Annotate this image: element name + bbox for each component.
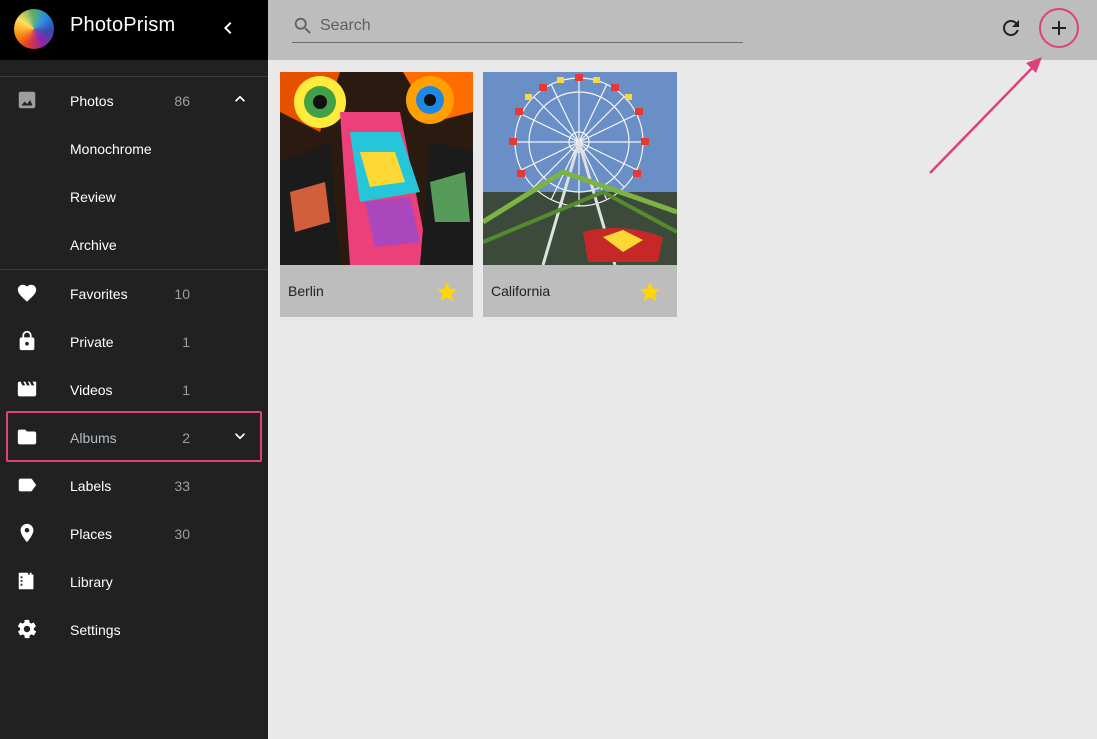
album-card-berlin[interactable]: Berlin xyxy=(280,72,473,317)
folder-icon xyxy=(17,429,37,445)
sidebar-item-videos[interactable]: Videos 1 xyxy=(0,366,268,414)
gear-icon xyxy=(17,619,37,639)
sidebar: PhotoPrism Photos 86 Monochrome Review A… xyxy=(0,0,268,739)
album-title[interactable]: Berlin xyxy=(288,283,324,299)
sidebar-item-label: Favorites xyxy=(70,286,128,302)
search-icon xyxy=(294,17,311,34)
sidebar-item-count: 30 xyxy=(174,526,190,542)
sidebar-item-label: Settings xyxy=(70,622,121,638)
sidebar-item-count: 2 xyxy=(182,430,190,446)
sidebar-item-count: 86 xyxy=(174,93,190,109)
sidebar-item-label: Places xyxy=(70,526,113,542)
plus-icon xyxy=(1052,21,1066,35)
sidebar-item-archive[interactable]: Archive xyxy=(0,221,268,269)
sidebar-item-photos[interactable]: Photos 86 xyxy=(0,77,268,125)
chevron-left-icon[interactable] xyxy=(216,16,240,40)
chevron-up-icon[interactable] xyxy=(230,89,250,109)
sidebar-item-albums[interactable]: Albums 2 xyxy=(0,414,268,462)
add-album-button[interactable] xyxy=(1039,8,1079,48)
refresh-icon[interactable] xyxy=(999,16,1023,40)
place-icon xyxy=(20,523,34,543)
chevron-down-icon[interactable] xyxy=(230,426,250,446)
sidebar-item-label: Archive xyxy=(70,237,117,253)
lock-icon xyxy=(19,330,35,351)
sidebar-item-count: 1 xyxy=(182,382,190,398)
sidebar-item-count: 10 xyxy=(174,286,190,302)
sidebar-item-settings[interactable]: Settings xyxy=(0,606,268,654)
sidebar-item-label: Albums xyxy=(70,430,117,446)
photoprism-logo[interactable] xyxy=(14,9,54,49)
heart-icon xyxy=(17,284,37,302)
sidebar-item-label: Monochrome xyxy=(70,141,152,157)
sidebar-item-favorites[interactable]: Favorites 10 xyxy=(0,270,268,318)
album-thumbnail[interactable] xyxy=(483,72,677,265)
movie-icon xyxy=(17,381,37,397)
sidebar-item-label: Library xyxy=(70,574,113,590)
search-input[interactable] xyxy=(320,15,730,37)
sidebar-item-label: Private xyxy=(70,334,114,350)
sidebar-item-count: 1 xyxy=(182,334,190,350)
sidebar-item-labels[interactable]: Labels 33 xyxy=(0,462,268,510)
album-thumbnail[interactable] xyxy=(280,72,473,265)
app-title: PhotoPrism xyxy=(70,14,176,36)
star-icon[interactable] xyxy=(435,280,459,304)
sidebar-item-label: Labels xyxy=(70,478,112,494)
sidebar-item-library[interactable]: Library xyxy=(0,558,268,606)
sidebar-item-label: Review xyxy=(70,189,116,205)
sidebar-item-label: Photos xyxy=(70,93,114,109)
sidebar-item-private[interactable]: Private 1 xyxy=(0,318,268,366)
sidebar-item-review[interactable]: Review xyxy=(0,173,268,221)
sidebar-item-monochrome[interactable]: Monochrome xyxy=(0,125,268,173)
library-icon xyxy=(18,572,34,590)
image-icon xyxy=(18,91,36,109)
sidebar-item-label: Videos xyxy=(70,382,113,398)
sidebar-item-count: 33 xyxy=(174,478,190,494)
brand-header: PhotoPrism xyxy=(0,0,268,60)
album-title[interactable]: California xyxy=(491,283,550,299)
toolbar xyxy=(268,0,1097,60)
search-field[interactable] xyxy=(292,10,743,43)
sidebar-item-places[interactable]: Places 30 xyxy=(0,510,268,558)
star-icon[interactable] xyxy=(638,280,662,304)
label-icon xyxy=(18,478,37,492)
album-card-california[interactable]: California xyxy=(483,72,677,317)
